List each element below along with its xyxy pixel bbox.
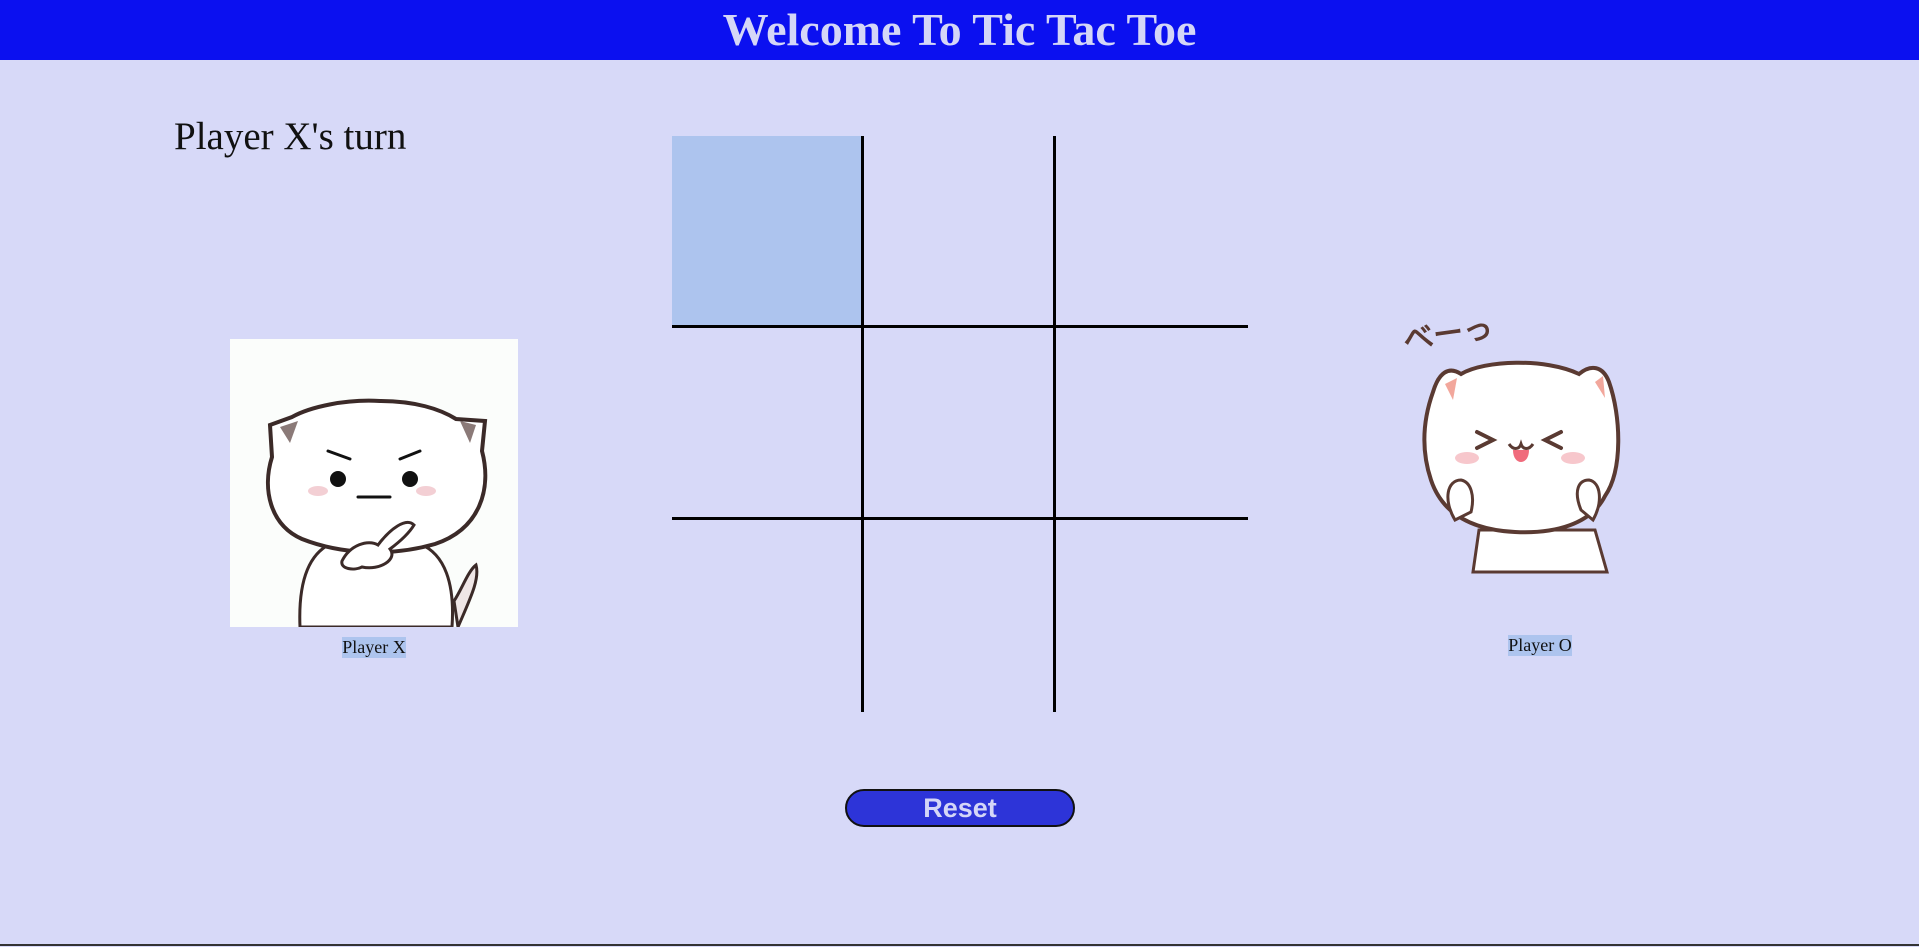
- bottom-divider: [0, 944, 1919, 946]
- player-o-label: Player O: [1508, 635, 1572, 656]
- board-cell[interactable]: [1056, 136, 1248, 328]
- board-cell[interactable]: [864, 520, 1056, 712]
- page-title: Welcome To Tic Tac Toe: [722, 4, 1197, 55]
- board-cell[interactable]: [1056, 328, 1248, 520]
- cat-tongue-out-icon: べーっ: [1401, 311, 1621, 574]
- board-cell[interactable]: [672, 520, 864, 712]
- header-bar: Welcome To Tic Tac Toe: [0, 0, 1919, 60]
- board-cell[interactable]: [672, 136, 864, 328]
- board-cell[interactable]: [864, 328, 1056, 520]
- turn-status: Player X's turn: [174, 115, 407, 158]
- player-x-label: Player X: [342, 637, 406, 658]
- board-cell[interactable]: [1056, 520, 1248, 712]
- player-o-label-wrap: Player O: [1395, 635, 1685, 656]
- player-x-panel: Player X: [230, 339, 518, 658]
- sticker-caption: べーっ: [1401, 320, 1495, 358]
- cat-thinking-icon: [265, 398, 488, 633]
- board-cell[interactable]: [864, 136, 1056, 328]
- player-x-avatar: [230, 339, 518, 633]
- game-board: [672, 136, 1248, 712]
- reset-button[interactable]: Reset: [845, 789, 1075, 827]
- player-o-panel: べーっ Player O: [1395, 311, 1685, 656]
- page: Welcome To Tic Tac Toe Player X's turn P…: [0, 0, 1919, 947]
- player-o-avatar: べーっ: [1395, 311, 1685, 580]
- board-cell[interactable]: [672, 328, 864, 520]
